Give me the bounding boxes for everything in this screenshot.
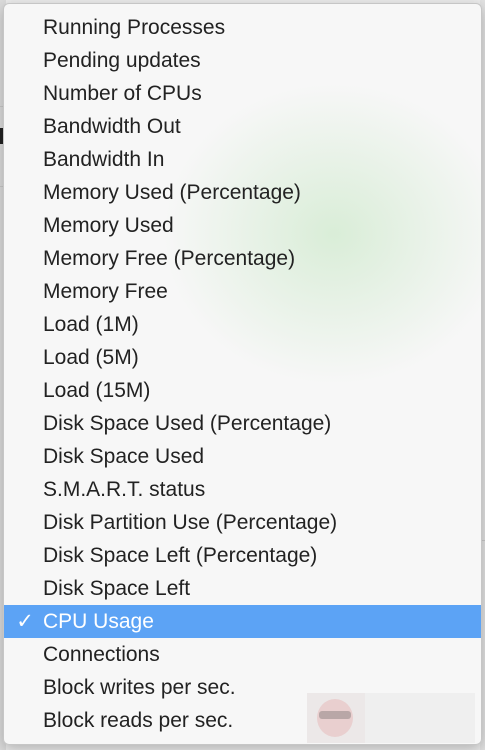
avatar-icon [307, 693, 365, 743]
menu-item[interactable]: S.M.A.R.T. status [4, 473, 481, 506]
watermark-panel [365, 693, 475, 743]
menu-item[interactable]: Bandwidth Out [4, 110, 481, 143]
menu-item[interactable]: Memory Used (Percentage) [4, 176, 481, 209]
menu-item-label: Pending updates [43, 49, 201, 72]
avatar-sunglasses [319, 711, 351, 719]
menu-item[interactable]: Load (1M) [4, 308, 481, 341]
menu-item-label: Disk Space Left (Percentage) [43, 544, 318, 567]
menu-item-label: Memory Free (Percentage) [43, 247, 296, 270]
menu-item-label: Number of CPUs [43, 82, 202, 105]
menu-item-label: Disk Space Left [43, 577, 191, 600]
menu-item-label: Bandwidth In [43, 148, 165, 171]
menu-item-label: Disk Space Used (Percentage) [43, 412, 332, 435]
menu-item-label: Disk Partition Use (Percentage) [43, 511, 338, 534]
menu-item-label: Running Processes [43, 16, 226, 39]
menu-item[interactable]: Number of CPUs [4, 77, 481, 110]
metric-dropdown-menu[interactable]: Running Processes Pending updates Number o… [3, 3, 482, 745]
menu-item-label: Disk Space Used [43, 445, 205, 468]
menu-item[interactable]: Disk Partition Use (Percentage) [4, 506, 481, 539]
menu-item[interactable]: Memory Free (Percentage) [4, 242, 481, 275]
menu-item[interactable]: Disk Space Used (Percentage) [4, 407, 481, 440]
menu-item-label: Load (15M) [43, 379, 151, 402]
menu-item[interactable]: Disk Space Left [4, 572, 481, 605]
menu-item-label: Memory Used (Percentage) [43, 181, 301, 204]
menu-item[interactable]: Disk Space Left (Percentage) [4, 539, 481, 572]
menu-item-label: Block reads per sec. [43, 709, 234, 732]
menu-item-label: CPU Usage [43, 610, 154, 633]
menu-item-label: Load (5M) [43, 346, 139, 369]
menu-item-label: Load (1M) [43, 313, 139, 336]
menu-item-label: Connections [43, 643, 160, 666]
menu-item[interactable]: ✓ CPU Usage [4, 605, 481, 638]
menu-item[interactable]: Load (15M) [4, 374, 481, 407]
checkmark-icon: ✓ [16, 609, 34, 633]
menu-item-label: Bandwidth Out [43, 115, 181, 138]
menu-item-label: S.M.A.R.T. status [43, 478, 206, 501]
menu-item[interactable]: Memory Used [4, 209, 481, 242]
menu-item[interactable]: Disk Space Used [4, 440, 481, 473]
menu-item-label: Memory Free [43, 280, 168, 303]
menu-item[interactable]: Bandwidth In [4, 143, 481, 176]
menu-item[interactable]: Running Processes [4, 11, 481, 44]
menu-item-label: Block writes per sec. [43, 676, 236, 699]
menu-item[interactable]: Load (5M) [4, 341, 481, 374]
menu-item[interactable]: Memory Free [4, 275, 481, 308]
menu-item-label: Memory Used [43, 214, 174, 237]
menu-item[interactable]: Connections [4, 638, 481, 671]
menu-item[interactable]: Pending updates [4, 44, 481, 77]
